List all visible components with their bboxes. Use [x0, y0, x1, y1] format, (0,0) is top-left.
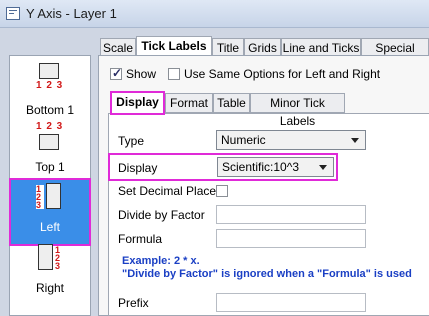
sidebar-item-label: Left	[39, 220, 60, 234]
window-title: Y Axis - Layer 1	[26, 6, 117, 21]
prefix-input[interactable]	[216, 293, 366, 312]
left-axis-icon	[46, 183, 61, 209]
top-axis-numbers: 1 2 3	[36, 121, 64, 132]
subtab-minor-tick-labels[interactable]: Minor Tick Labels	[250, 93, 345, 128]
sidebar-item-label: Top 1	[35, 160, 65, 174]
sidebar-item-right[interactable]: 123 Right	[11, 244, 89, 308]
subtab-display[interactable]: Display	[110, 91, 165, 115]
type-select-value: Numeric	[221, 133, 266, 147]
display-label: Display	[118, 161, 158, 175]
show-checkbox[interactable]	[110, 66, 122, 80]
bottom-axis-numbers: 1 2 3	[36, 80, 64, 91]
title-bar: Y Axis - Layer 1	[0, 0, 429, 28]
same-options-checkbox[interactable]	[168, 68, 180, 80]
display-select-value: Scientific:10^3	[222, 160, 300, 174]
left-axis-numbers: 123	[36, 185, 44, 210]
show-label: Show	[126, 67, 157, 81]
formula-label: Formula	[118, 232, 163, 246]
sidebar-item-label: Bottom 1	[25, 103, 75, 117]
right-axis-icon	[38, 244, 53, 270]
sidebar-item-left[interactable]: 123 Left	[9, 178, 91, 246]
decimal-places-label: Set Decimal Places	[118, 184, 223, 198]
divide-factor-input[interactable]	[216, 205, 366, 224]
top-axis-icon	[39, 134, 59, 150]
display-select[interactable]: Scientific:10^3	[217, 157, 334, 177]
formula-note: "Divide by Factor" is ignored when a "Fo…	[122, 268, 412, 280]
axis-dialog-icon	[6, 7, 20, 20]
subtab-table[interactable]: Table	[213, 93, 250, 113]
decimal-places-checkbox[interactable]	[216, 185, 228, 197]
right-axis-numbers: 123	[55, 245, 61, 271]
type-select[interactable]: Numeric	[216, 130, 366, 150]
chevron-down-icon	[319, 165, 327, 170]
bottom-axis-icon	[39, 63, 59, 79]
subtab-format[interactable]: Format	[165, 93, 213, 113]
axis-sidebar: 1 2 3 Bottom 1 1 2 3 Top 1 123 Left 123 …	[9, 55, 91, 316]
formula-input[interactable]	[216, 229, 366, 248]
divide-factor-label: Divide by Factor	[118, 208, 205, 222]
sidebar-item-label: Right	[35, 281, 64, 295]
sidebar-item-bottom[interactable]: 1 2 3 Bottom 1	[11, 60, 89, 124]
sidebar-item-top[interactable]: 1 2 3 Top 1	[11, 120, 89, 184]
type-label: Type	[118, 134, 145, 148]
prefix-label: Prefix	[118, 296, 149, 310]
same-options-label: Use Same Options for Left and Right	[184, 67, 381, 81]
chevron-down-icon	[351, 138, 359, 143]
example-note: Example: 2 * x.	[122, 255, 200, 267]
